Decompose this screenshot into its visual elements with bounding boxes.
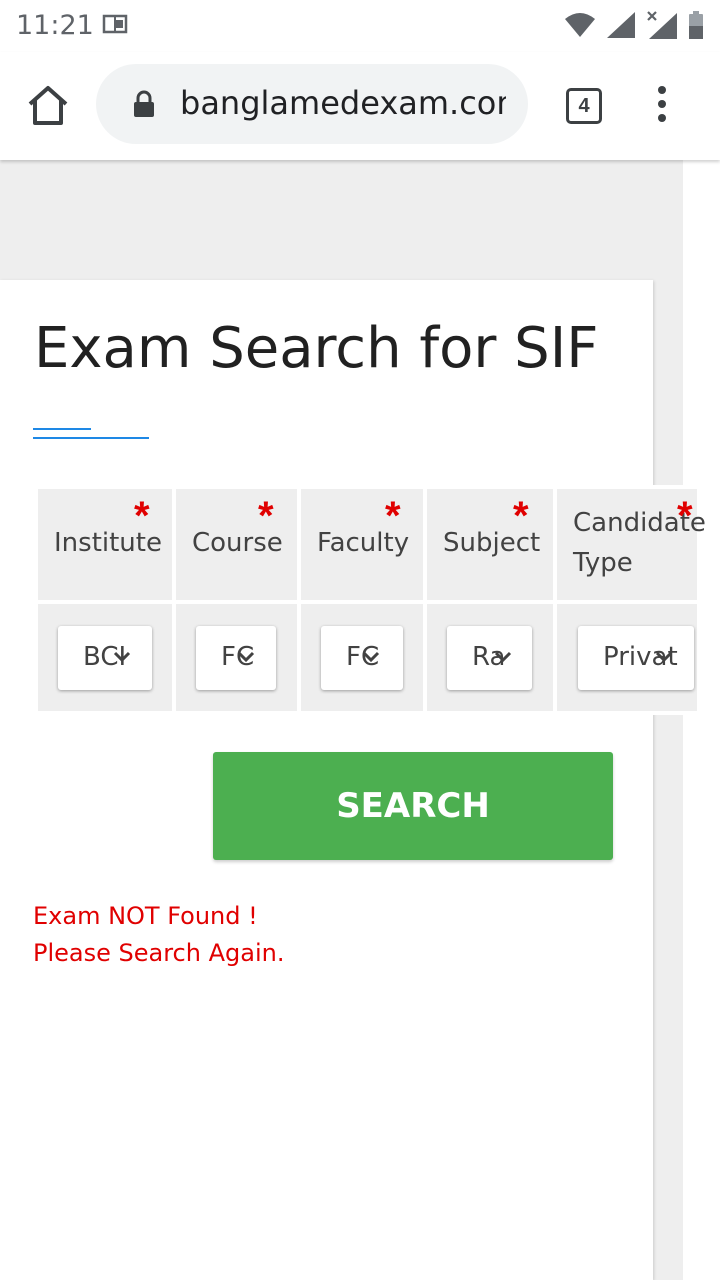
chevron-down-icon (112, 646, 132, 671)
error-message-line2: Please Search Again. (33, 939, 285, 967)
course-select[interactable]: FC (196, 626, 276, 690)
header-subject: Subject * (427, 489, 553, 600)
lock-icon (132, 90, 156, 123)
chevron-down-icon (654, 646, 674, 671)
chevron-down-icon (361, 646, 381, 671)
page-background: Exam Search for SIF (0, 160, 683, 1280)
label-candidate-type-line2: Type (573, 548, 633, 578)
cell-subject-select: Ra (427, 604, 553, 711)
faculty-select[interactable]: FC (321, 626, 403, 690)
tab-switcher-button[interactable]: 4 (566, 88, 602, 124)
home-icon[interactable] (24, 82, 72, 130)
cell-course-select: FC (176, 604, 297, 711)
required-asterisk: * (134, 494, 150, 538)
signal-no-data-icon (646, 10, 678, 45)
institute-select[interactable]: BCI (58, 626, 152, 690)
browser-toolbar: banglamedexam.com/u 4 (0, 52, 720, 160)
required-asterisk: * (677, 494, 693, 538)
cell-faculty-select: FC (301, 604, 423, 711)
title-underline (33, 428, 91, 430)
chevron-down-icon (493, 646, 513, 671)
error-message-line1: Exam NOT Found ! (33, 902, 258, 930)
header-institute: Institute * (38, 489, 172, 600)
title-underline (33, 437, 149, 439)
scrollbar-track[interactable] (683, 160, 720, 1280)
sd-card-icon (102, 13, 128, 40)
url-text[interactable]: banglamedexam.com/u (180, 84, 506, 122)
required-asterisk: * (513, 494, 529, 538)
battery-icon (688, 11, 704, 44)
search-button[interactable]: SEARCH (213, 752, 613, 860)
cell-candidate-type-select: Privat (557, 604, 697, 711)
overflow-menu-icon[interactable] (652, 86, 672, 126)
chevron-down-icon (236, 646, 256, 671)
required-asterisk: * (258, 494, 274, 538)
header-faculty: Faculty * (301, 489, 423, 600)
wifi-icon (564, 12, 596, 43)
required-asterisk: * (385, 494, 401, 538)
status-bar: 11:21 (0, 0, 720, 52)
header-candidate-type: Candidate Type * (557, 489, 706, 600)
status-time: 11:21 (16, 10, 94, 41)
signal-icon (606, 11, 636, 44)
subject-select[interactable]: Ra (447, 626, 532, 690)
address-bar[interactable]: banglamedexam.com/u (96, 64, 528, 144)
search-form-table: Institute * Course * Faculty * Subject *… (34, 485, 706, 715)
candidate-type-select[interactable]: Privat (578, 626, 694, 690)
header-course: Course * (176, 489, 297, 600)
page-title: Exam Search for SIF (34, 316, 599, 381)
cell-institute-select: BCI (38, 604, 172, 711)
